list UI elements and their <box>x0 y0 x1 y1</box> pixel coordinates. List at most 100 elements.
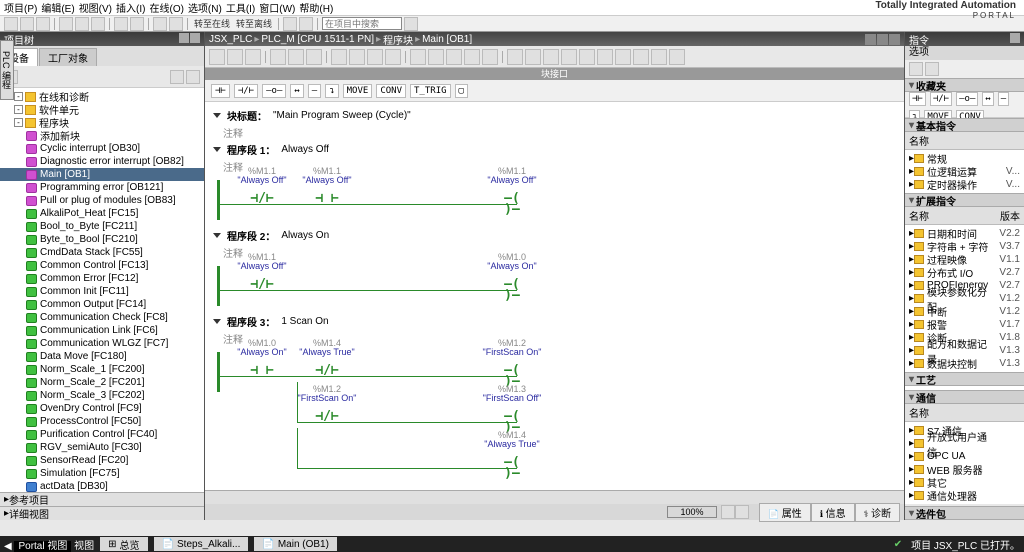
ladder-tool-button[interactable]: ↔ <box>290 84 303 98</box>
tb-icon[interactable] <box>446 49 462 65</box>
tb-icon[interactable] <box>597 49 613 65</box>
instruction-item[interactable]: ▸定时器操作V... <box>905 178 1024 191</box>
tab-info[interactable]: ℹ 信息 <box>811 503 855 522</box>
tree-item[interactable]: Common Output [FC14] <box>0 298 204 311</box>
ladder-tool-button[interactable]: —o— <box>262 84 286 98</box>
block-interface-header[interactable]: 块接口 <box>205 68 904 80</box>
ladder-contact[interactable]: %M1.4"Always True"⊣/⊢ <box>312 365 342 376</box>
tab-diagnostics[interactable]: ⚕ 诊断 <box>855 503 900 522</box>
instruction-group[interactable]: 工艺 <box>905 372 1024 386</box>
ladder-contact[interactable]: %M1.4"Always True"―( )― <box>497 457 527 479</box>
list-icon[interactable] <box>186 70 200 84</box>
tree-item[interactable]: Data Move [FC180] <box>0 350 204 363</box>
download-icon[interactable] <box>153 17 167 31</box>
tb-icon[interactable] <box>288 49 304 65</box>
instruction-group[interactable]: 基本指令 <box>905 118 1024 132</box>
expand-icon[interactable]: - <box>14 105 23 114</box>
zoom-out-icon[interactable] <box>721 505 735 519</box>
tree-item[interactable]: OvenDry Control [FC9] <box>0 402 204 415</box>
tb-icon[interactable] <box>367 49 383 65</box>
tree-item[interactable]: SensorRead [FC20] <box>0 454 204 467</box>
menu-item[interactable]: 帮助(H) <box>299 0 333 15</box>
tb-icon[interactable] <box>507 49 523 65</box>
cross-icon[interactable] <box>299 17 313 31</box>
project-search-input[interactable] <box>322 17 402 30</box>
tree-item[interactable]: -在线和诊断 <box>0 90 204 103</box>
ladder-contact[interactable]: %M1.1"Always Off"⊣/⊢ <box>247 279 277 290</box>
ladder-contact[interactable]: %M1.0"Always On"⊣ ⊢ <box>247 365 277 376</box>
tree-item[interactable]: Communication WLGZ [FC7] <box>0 337 204 350</box>
ladder-tool-button[interactable]: CONV <box>376 84 406 98</box>
min-icon[interactable] <box>865 34 876 45</box>
instruction-item[interactable]: ▸开放式用户通信 <box>905 437 1024 450</box>
tree-item[interactable]: Pull or plug of modules [OB83] <box>0 194 204 207</box>
tree-item[interactable]: Norm_Scale_3 [FC202] <box>0 389 204 402</box>
cut-icon[interactable] <box>59 17 73 31</box>
ladder-contact[interactable]: %M1.1"Always Off"⊣/⊢ <box>247 193 277 204</box>
ladder-contact[interactable]: %M1.1"Always Off"⊣ ⊢ <box>312 193 342 204</box>
instruction-group[interactable]: 扩展指令 <box>905 193 1024 207</box>
menu-item[interactable]: 项目(P) <box>4 0 37 15</box>
tb-icon[interactable] <box>227 49 243 65</box>
tree-item[interactable]: Simulation [FC75] <box>0 467 204 480</box>
ladder-tool-button[interactable]: ⊣/⊢ <box>234 84 258 98</box>
paste-icon[interactable] <box>91 17 105 31</box>
tree-item[interactable]: Bool_to_Byte [FC211] <box>0 220 204 233</box>
redo-icon[interactable] <box>130 17 144 31</box>
copy-icon[interactable] <box>75 17 89 31</box>
tree-item[interactable]: 添加新块 <box>0 129 204 142</box>
task-item[interactable]: 📄 Main (OB1) <box>254 537 337 551</box>
grid-icon[interactable] <box>170 70 184 84</box>
tree-item[interactable]: Common Error [FC12] <box>0 272 204 285</box>
tree-item[interactable]: -程序块 <box>0 116 204 129</box>
bc-seg[interactable]: PLC_M [CPU 1511-1 PN] <box>261 34 374 45</box>
tree-item[interactable]: Norm_Scale_1 [FC200] <box>0 363 204 376</box>
instruction-item[interactable]: ▸分布式 I/OV2.7 <box>905 266 1024 279</box>
goto-online-button[interactable]: 转至在线 <box>194 17 230 30</box>
fav-tool-button[interactable]: ⊣⊢ <box>909 92 926 106</box>
bc-seg[interactable]: 程序块 <box>383 32 413 47</box>
open-icon[interactable] <box>20 17 34 31</box>
tb-icon[interactable] <box>349 49 365 65</box>
ladder-contact[interactable]: %M1.1"Always Off"―( )― <box>497 193 527 215</box>
ladder-tool-button[interactable]: ▢ <box>455 84 468 98</box>
option-pkg-group[interactable]: 选件包 <box>905 506 1024 520</box>
pin-icon[interactable] <box>1010 33 1020 43</box>
tb-icon[interactable] <box>410 49 426 65</box>
menu-item[interactable]: 选项(N) <box>188 0 222 15</box>
upload-icon[interactable] <box>169 17 183 31</box>
tree-item[interactable]: AlkaliPot_Heat [FC15] <box>0 207 204 220</box>
opt-icon[interactable] <box>909 62 923 76</box>
ladder-tool-button[interactable]: ⊣⊢ <box>211 84 230 98</box>
ladder-tool-button[interactable]: T_TRIG <box>410 84 451 98</box>
undo-icon[interactable] <box>114 17 128 31</box>
tb-icon[interactable] <box>464 49 480 65</box>
tb-icon[interactable] <box>245 49 261 65</box>
tb-icon[interactable] <box>270 49 286 65</box>
tree-item[interactable]: CmdData Stack [FC55] <box>0 246 204 259</box>
tb-icon[interactable] <box>482 49 498 65</box>
project-tree[interactable]: -在线和诊断-软件单元-程序块添加新块Cyclic interrupt [OB3… <box>0 88 204 492</box>
tb-icon[interactable] <box>633 49 649 65</box>
ladder-rung[interactable]: %M1.2"FirstScan On"⊣/⊢%M1.3"FirstScan Of… <box>217 398 892 438</box>
detail-view-bar[interactable]: ▸ 详细视图 <box>0 506 204 520</box>
tree-item[interactable]: Byte_to_Bool [FC210] <box>0 233 204 246</box>
tree-item[interactable]: Diagnostic error interrupt [OB82] <box>0 155 204 168</box>
goto-offline-button[interactable]: 转至离线 <box>236 17 272 30</box>
tree-item[interactable]: Communication Check [FC8] <box>0 311 204 324</box>
ladder-contact[interactable]: %M1.0"Always On"―( )― <box>497 279 527 301</box>
instruction-group[interactable]: 通信 <box>905 390 1024 404</box>
pin-icon[interactable] <box>190 33 200 43</box>
instruction-item[interactable]: ▸通信处理器 <box>905 489 1024 502</box>
ladder-rung[interactable]: %M1.1"Always Off"⊣/⊢ %M1.0"Always On"―( )… <box>217 266 892 306</box>
task-item[interactable]: 📄 Steps_Alkali... <box>154 537 249 551</box>
bc-seg[interactable]: JSX_PLC <box>209 34 252 45</box>
tree-item[interactable]: Norm_Scale_2 [FC201] <box>0 376 204 389</box>
tab-factory-objects[interactable]: 工厂对象 <box>39 48 97 66</box>
portal-view-button[interactable]: ◀ Portal 视图 视图 <box>4 537 94 552</box>
fav-tool-button[interactable]: ↔ <box>982 92 993 106</box>
menu-item[interactable]: 窗口(W) <box>259 0 295 15</box>
tree-item[interactable]: -软件单元 <box>0 103 204 116</box>
ladder-tool-button[interactable]: — <box>308 84 321 98</box>
search-icon[interactable] <box>404 17 418 31</box>
